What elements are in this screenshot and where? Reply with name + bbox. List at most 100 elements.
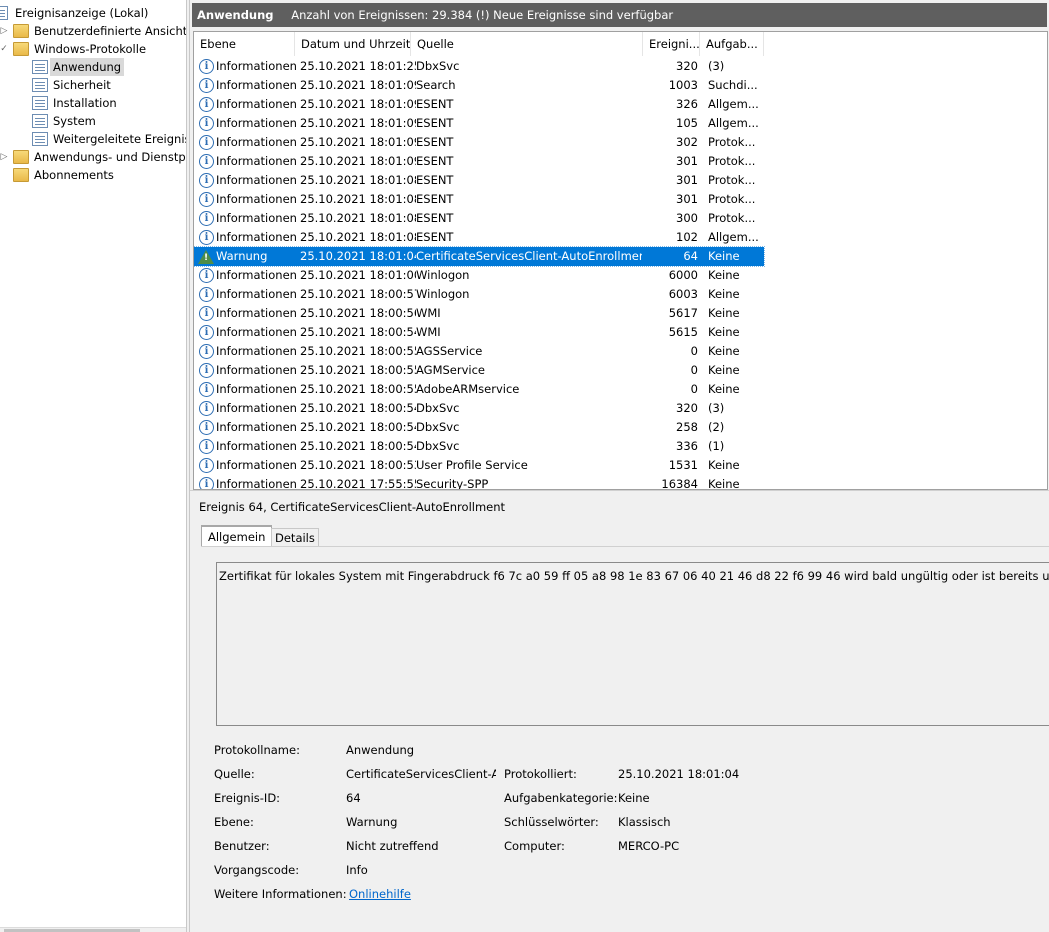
info-icon: i — [199, 116, 214, 131]
info-icon: i — [199, 458, 214, 473]
warning-icon — [198, 250, 214, 264]
level-cell: Informationen — [216, 135, 297, 149]
column-date[interactable]: Datum und Uhrzeit — [295, 32, 411, 56]
label-more-info: Weitere Informationen: — [214, 887, 347, 901]
event-list[interactable]: Ebene Datum und Uhrzeit Quelle Ereigni..… — [193, 31, 1048, 490]
info-icon: i — [199, 268, 214, 283]
date-cell: 25.10.2021 18:00:57 — [300, 287, 416, 301]
table-row[interactable]: i Informationen 25.10.2021 18:01:09 ESENT 30… — [194, 152, 764, 171]
label-source: Quelle: — [214, 767, 255, 781]
table-row[interactable]: i Informationen 25.10.2021 18:01:09 Search 1… — [194, 76, 764, 95]
info-icon: i — [199, 230, 214, 245]
task-cell: Keine — [708, 363, 740, 377]
source-cell: User Profile Service — [416, 458, 528, 472]
table-row[interactable]: i Informationen 25.10.2021 18:00:57 Winlogo… — [194, 285, 764, 304]
label-user: Benutzer: — [214, 839, 270, 853]
column-event-id[interactable]: Ereigni... — [643, 32, 700, 56]
table-row[interactable]: i Informationen 25.10.2021 18:00:54 WMI 5615… — [194, 323, 764, 342]
table-row[interactable]: i Informationen 25.10.2021 18:00:55 AdobeAR… — [194, 380, 764, 399]
table-row[interactable]: i Informationen 25.10.2021 18:01:09 ESENT 30… — [194, 133, 764, 152]
task-cell: Allgem... — [708, 116, 759, 130]
date-cell: 25.10.2021 18:00:55 — [300, 382, 416, 396]
column-level[interactable]: Ebene — [194, 32, 295, 56]
label-opcode: Vorgangscode: — [214, 863, 300, 877]
level-cell: Warnung — [216, 249, 268, 263]
event-id-cell: 16384 — [661, 477, 698, 490]
info-icon: i — [199, 97, 214, 112]
value-source: CertificateServicesClient-Aut — [346, 767, 496, 781]
table-row[interactable]: i Informationen 25.10.2021 18:00:54 DbxSvc 3… — [194, 399, 764, 418]
table-row[interactable]: i Informationen 25.10.2021 18:01:08 ESENT 10… — [194, 228, 764, 247]
table-row[interactable]: Warnung 25.10.2021 18:01:04CertificateSer… — [194, 246, 765, 267]
event-id-cell: 300 — [676, 211, 698, 225]
level-cell: Informationen — [216, 211, 297, 225]
tab-general[interactable]: Allgemein — [201, 525, 273, 547]
online-help-link[interactable]: Onlinehilfe — [349, 887, 411, 901]
event-id-cell: 0 — [690, 344, 698, 358]
task-cell: Keine — [708, 458, 740, 472]
table-row[interactable]: i Informationen 25.10.2021 18:00:55 AGMServ… — [194, 361, 764, 380]
source-cell: AGSService — [416, 344, 483, 358]
source-cell: CertificateServicesClient-AutoEnrollment — [416, 249, 642, 263]
date-cell: 25.10.2021 17:55:55 — [300, 477, 416, 490]
date-cell: 25.10.2021 18:00:54 — [300, 401, 416, 415]
task-cell: Keine — [708, 344, 740, 358]
table-row[interactable]: i Informationen 25.10.2021 18:01:00 Winlogo… — [194, 266, 764, 285]
task-cell: Keine — [708, 249, 740, 263]
level-cell: Informationen — [216, 173, 297, 187]
table-row[interactable]: i Informationen 25.10.2021 18:01:09 ESENT 10… — [194, 114, 764, 133]
level-cell: Informationen — [216, 382, 297, 396]
table-row[interactable]: i Informationen 25.10.2021 18:01:08 ESENT 30… — [194, 171, 764, 190]
value-opcode: Info — [346, 863, 368, 877]
expand-arrow-icon[interactable]: ▷ — [0, 148, 8, 166]
info-icon: i — [199, 401, 214, 416]
value-user: Nicht zutreffend — [346, 839, 439, 853]
level-cell: Informationen — [216, 363, 297, 377]
source-cell: WMI — [416, 325, 441, 339]
tree-horizontal-scrollbar[interactable] — [0, 927, 186, 932]
event-id-cell: 301 — [676, 154, 698, 168]
expand-arrow-icon[interactable]: ▷ — [0, 22, 8, 40]
table-row[interactable]: i Informationen 25.10.2021 18:00:53 User Pr… — [194, 456, 764, 475]
table-row[interactable]: i Informationen 25.10.2021 18:00:55 AGSServ… — [194, 342, 764, 361]
level-cell: Informationen — [216, 59, 297, 73]
column-task-category[interactable]: Aufgab... — [700, 32, 764, 56]
info-icon: i — [199, 325, 214, 340]
event-detail-pane: Ereignis 64, CertificateServicesClient-A… — [191, 495, 1049, 932]
tab-details[interactable]: Details — [271, 528, 319, 547]
table-row[interactable]: i Informationen 25.10.2021 18:00:54 DbxSvc 2… — [194, 418, 764, 437]
source-cell: ESENT — [416, 173, 454, 187]
date-cell: 25.10.2021 18:00:54 — [300, 439, 416, 453]
label-keywords: Schlüsselwörter: — [504, 815, 599, 829]
level-cell: Informationen — [216, 477, 297, 490]
date-cell: 25.10.2021 18:00:55 — [300, 344, 416, 358]
task-cell: (1) — [708, 439, 725, 453]
source-cell: ESENT — [416, 211, 454, 225]
column-source[interactable]: Quelle — [411, 32, 643, 56]
level-cell: Informationen — [216, 78, 297, 92]
source-cell: AdobeARMservice — [416, 382, 520, 396]
event-message[interactable]: Zertifikat für lokales System mit Finger… — [216, 562, 1049, 726]
level-cell: Informationen — [216, 97, 297, 111]
source-cell: ESENT — [416, 97, 454, 111]
log-header: Anwendung Anzahl von Ereignissen: 29.384… — [192, 3, 1047, 27]
table-row[interactable]: i Informationen 25.10.2021 18:00:54 DbxSvc 3… — [194, 437, 764, 456]
collapse-arrow-icon[interactable]: ✓ — [0, 40, 8, 58]
table-row[interactable]: i Informationen 25.10.2021 17:55:55 Securit… — [194, 475, 764, 490]
info-icon: i — [199, 135, 214, 150]
table-row[interactable]: i Informationen 25.10.2021 18:01:25 DbxSvc 3… — [194, 57, 764, 76]
task-cell: Keine — [708, 477, 740, 490]
info-icon: i — [199, 211, 214, 226]
info-icon: i — [199, 192, 214, 207]
table-row[interactable]: i Informationen 25.10.2021 18:01:08 ESENT 30… — [194, 209, 764, 228]
table-row[interactable]: i Informationen 25.10.2021 18:01:08 ESENT 30… — [194, 190, 764, 209]
event-id-cell: 301 — [676, 173, 698, 187]
event-id-cell: 0 — [690, 382, 698, 396]
table-row[interactable]: i Informationen 25.10.2021 18:00:56 WMI 5617… — [194, 304, 764, 323]
table-row[interactable]: i Informationen 25.10.2021 18:01:09 ESENT 32… — [194, 95, 764, 114]
value-level: Warnung — [346, 815, 398, 829]
event-id-cell: 1003 — [668, 78, 698, 92]
info-icon: i — [199, 477, 214, 489]
navigation-tree: Ereignisanzeige (Lokal) ▷ Benutzerdefini… — [0, 0, 186, 932]
task-cell: Keine — [708, 325, 740, 339]
